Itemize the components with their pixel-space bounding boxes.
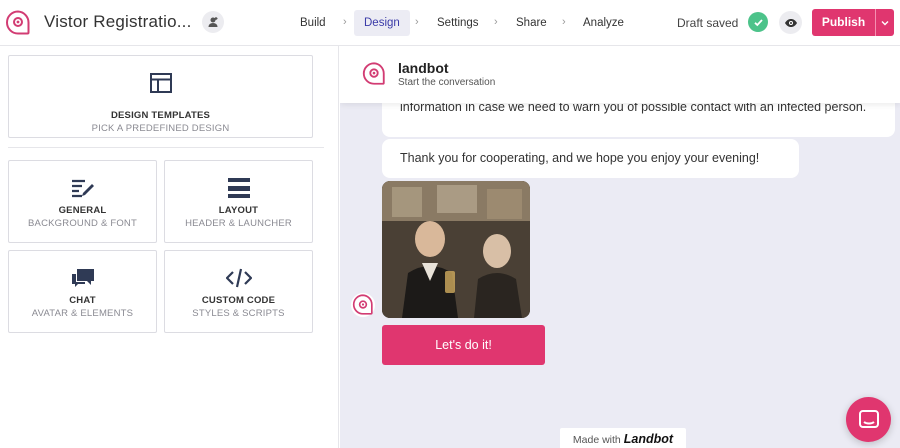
nav-separator: › xyxy=(494,16,498,28)
card-subtitle: STYLES & SCRIPTS xyxy=(192,308,285,319)
add-user-icon[interactable] xyxy=(202,11,224,33)
publish-button[interactable]: Publish xyxy=(812,9,894,36)
landbot-logo-icon xyxy=(362,62,385,85)
card-title: CHAT xyxy=(69,295,96,306)
landbot-brand-text: Landbot xyxy=(623,432,674,446)
design-panel: DESIGN TEMPLATES PICK A PREDEFINED DESIG… xyxy=(0,46,339,448)
made-with-badge[interactable]: Made with Landbot xyxy=(560,428,686,448)
card-subtitle: PICK A PREDEFINED DESIGN xyxy=(91,123,230,134)
layout-template-icon xyxy=(9,73,312,93)
design-templates-card[interactable]: DESIGN TEMPLATES PICK A PREDEFINED DESIG… xyxy=(8,55,313,138)
bot-name: landbot xyxy=(398,60,449,76)
divider xyxy=(8,147,324,148)
chevron-down-icon[interactable] xyxy=(876,9,894,36)
card-title: GENERAL xyxy=(58,205,107,216)
bot-header: landbot Start the conversation xyxy=(340,46,900,103)
bot-status: Start the conversation xyxy=(398,77,496,88)
publish-button-label[interactable]: Publish xyxy=(812,9,875,36)
check-icon xyxy=(748,12,768,32)
nav-separator: › xyxy=(562,16,566,28)
message-text: Thank you for cooperating, and we hope y… xyxy=(400,151,760,165)
card-subtitle: AVATAR & ELEMENTS xyxy=(31,308,134,319)
tab-analyze[interactable]: Analyze xyxy=(573,10,634,36)
lets-do-it-button[interactable]: Let's do it! xyxy=(382,325,545,365)
top-bar: Vistor Registratio... Build › Design › S… xyxy=(0,0,900,46)
chat-launcher-icon xyxy=(858,409,879,428)
chat-launcher-button[interactable] xyxy=(846,397,891,442)
bot-avatar xyxy=(350,292,376,318)
general-card[interactable]: GENERAL BACKGROUND & FONT xyxy=(8,160,157,243)
card-title: CUSTOM CODE xyxy=(201,295,276,306)
tab-share[interactable]: Share xyxy=(506,10,557,36)
chat-message: Thank you for cooperating, and we hope y… xyxy=(382,139,799,178)
bot-title[interactable]: Vistor Registratio... xyxy=(44,12,192,32)
card-subtitle: BACKGROUND & FONT xyxy=(28,218,137,229)
card-title: LAYOUT xyxy=(218,205,259,216)
nav-separator: › xyxy=(343,16,347,28)
code-icon xyxy=(165,268,312,288)
draft-status: Draft saved xyxy=(677,16,739,30)
gif-image xyxy=(382,181,530,318)
chat-card[interactable]: CHAT AVATAR & ELEMENTS xyxy=(8,250,157,333)
made-with-text: Made with xyxy=(572,434,621,446)
tab-design[interactable]: Design xyxy=(354,10,410,36)
tab-settings[interactable]: Settings xyxy=(427,10,489,36)
layout-card[interactable]: LAYOUT HEADER & LAUNCHER xyxy=(164,160,313,243)
custom-code-card[interactable]: CUSTOM CODE STYLES & SCRIPTS xyxy=(164,250,313,333)
card-title: DESIGN TEMPLATES xyxy=(110,110,211,121)
tab-build[interactable]: Build xyxy=(290,10,336,36)
landbot-logo-icon[interactable] xyxy=(4,9,32,37)
preview-eye-icon[interactable] xyxy=(779,11,802,34)
nav-separator: › xyxy=(415,16,419,28)
chat-bubbles-icon xyxy=(9,268,156,290)
palette-pen-icon xyxy=(9,178,156,198)
layout-bars-icon xyxy=(165,178,312,198)
card-subtitle: HEADER & LAUNCHER xyxy=(185,218,292,229)
chat-preview: landbot Start the conversation informati… xyxy=(340,46,900,448)
